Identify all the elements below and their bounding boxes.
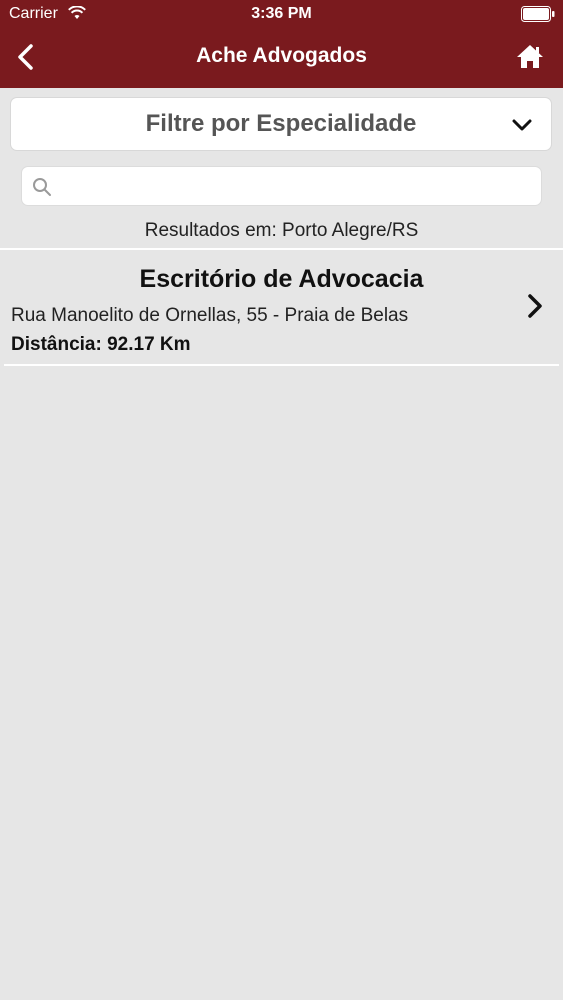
navigation-bar: Ache Advogados <box>0 30 563 88</box>
status-time: 3:36 PM <box>251 5 312 22</box>
result-distance: Distância: 92.17 Km <box>11 334 191 355</box>
search-input[interactable] <box>60 167 534 207</box>
home-button[interactable] <box>513 40 547 74</box>
result-address: Rua Manoelito de Ornellas, 55 - Praia de… <box>11 305 409 326</box>
home-icon <box>513 45 547 78</box>
specialty-filter-label: Filtre por Especialidade <box>145 110 417 137</box>
battery-icon <box>521 6 555 22</box>
divider <box>0 248 563 250</box>
app-header: Carrier 3:36 PM Ache Advogados <box>0 0 563 88</box>
list-item[interactable]: Escritório de Advocacia Rua Manoelito de… <box>0 252 563 364</box>
search-icon <box>32 177 52 197</box>
search-box[interactable] <box>22 167 541 207</box>
specialty-filter-dropdown[interactable]: Filtre por Especialidade <box>11 98 551 150</box>
page-title: Ache Advogados <box>196 44 367 67</box>
result-title: Escritório de Advocacia <box>139 265 424 293</box>
results-location-text: Resultados em: Porto Alegre/RS <box>144 220 419 241</box>
divider <box>4 364 559 366</box>
chevron-down-icon <box>511 114 533 136</box>
status-bar: Carrier 3:36 PM <box>0 0 563 30</box>
chevron-right-icon <box>523 292 547 320</box>
